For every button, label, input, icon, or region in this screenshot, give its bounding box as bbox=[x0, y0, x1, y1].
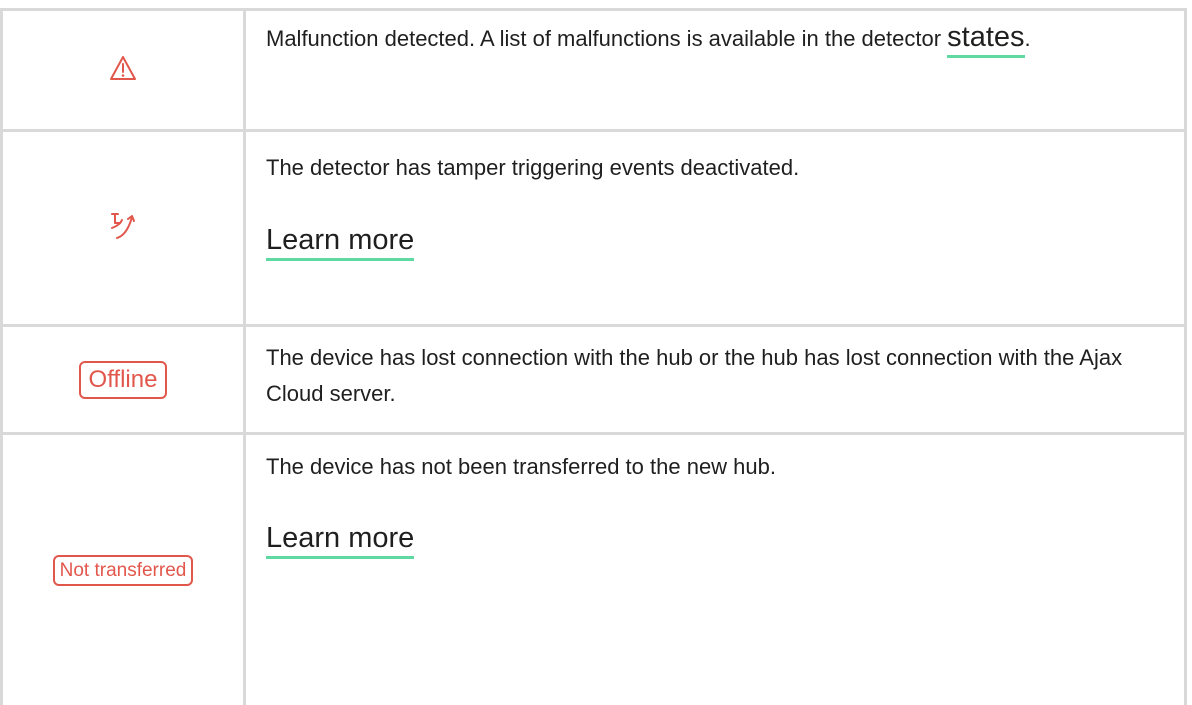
icon-cell: Not transferred bbox=[3, 435, 246, 705]
table-row: Not transferred The device has not been … bbox=[3, 435, 1184, 705]
row-suffix: . bbox=[1024, 26, 1031, 51]
warning-triangle-icon bbox=[109, 55, 137, 86]
table-row: The detector has tamper triggering event… bbox=[3, 132, 1184, 327]
row-description: The detector has tamper triggering event… bbox=[266, 155, 800, 180]
offline-badge: Offline bbox=[78, 360, 168, 399]
icon-cell: Offline bbox=[3, 327, 246, 432]
table-row: Offline The device has lost connection w… bbox=[3, 327, 1184, 435]
description-cell: The device has lost connection with the … bbox=[246, 327, 1184, 432]
row-description: The device has lost connection with the … bbox=[266, 345, 1123, 406]
description-cell: Malfunction detected. A list of malfunct… bbox=[246, 11, 1184, 129]
not-transferred-badge: Not transferred bbox=[52, 554, 194, 586]
device-states-table: Malfunction detected. A list of malfunct… bbox=[0, 8, 1187, 705]
tamper-deactivated-icon bbox=[109, 211, 137, 246]
learn-more-link[interactable]: Learn more bbox=[266, 522, 415, 559]
row-description: Malfunction detected. A list of malfunct… bbox=[266, 26, 948, 51]
learn-more-link[interactable]: Learn more bbox=[266, 224, 415, 261]
icon-cell bbox=[3, 132, 246, 324]
description-cell: The detector has tamper triggering event… bbox=[246, 132, 1184, 324]
description-cell: The device has not been transferred to t… bbox=[246, 435, 1184, 705]
icon-cell bbox=[3, 11, 246, 129]
states-link[interactable]: states bbox=[947, 21, 1025, 58]
row-description: The device has not been transferred to t… bbox=[266, 454, 776, 479]
table-row: Malfunction detected. A list of malfunct… bbox=[3, 11, 1184, 132]
